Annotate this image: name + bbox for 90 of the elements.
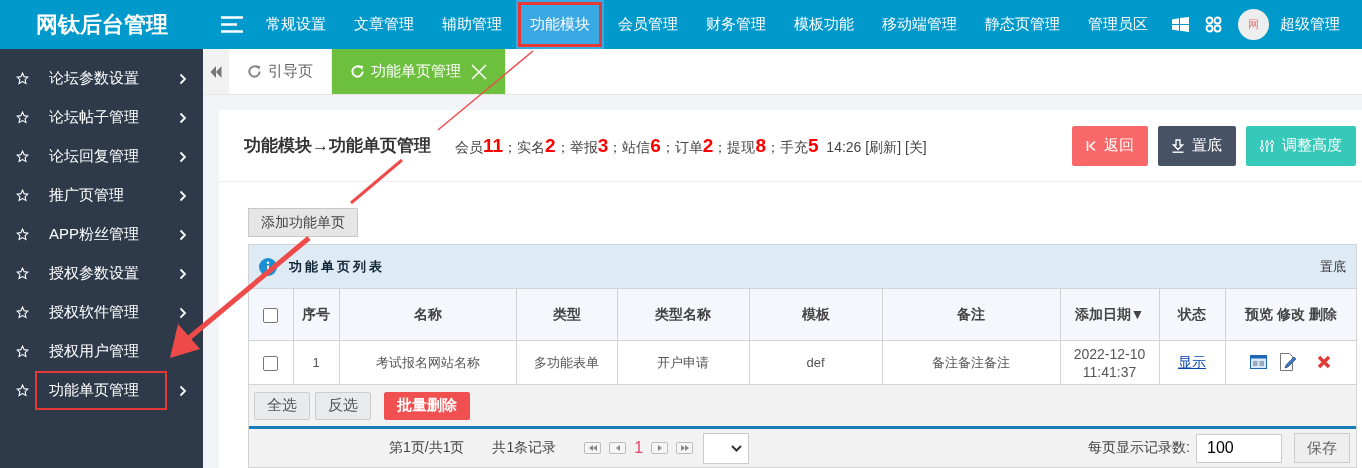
sidebar-item[interactable]: 推广页管理 xyxy=(0,176,203,215)
star-icon xyxy=(16,267,29,280)
column-header: 序号 xyxy=(302,305,330,322)
star-icon xyxy=(16,228,29,241)
menu-icon[interactable] xyxy=(221,16,243,33)
select-button[interactable]: 反选 xyxy=(315,391,371,420)
refresh-icon xyxy=(247,64,262,79)
sidebar-item[interactable]: 授权软件管理 xyxy=(0,293,203,332)
nav-tab[interactable]: 财务管理 xyxy=(692,0,780,49)
first-page-button[interactable] xyxy=(584,442,602,454)
column-header: 状态 xyxy=(1178,305,1206,322)
per-page-field[interactable]: 100 xyxy=(1196,433,1282,463)
star-icon xyxy=(16,72,29,85)
sidebar-item[interactable]: 授权参数设置 xyxy=(0,254,203,293)
nav-tab[interactable]: 功能模块 xyxy=(516,0,604,49)
nav-tab[interactable]: 静态页管理 xyxy=(971,0,1074,49)
column-header: 模板 xyxy=(801,305,830,322)
per-page-label: 每页显示记录数: xyxy=(1088,439,1190,457)
table-cell: def xyxy=(806,355,825,370)
page-title: 功能模块→功能单页管理 xyxy=(244,135,431,157)
last-arrow-icon xyxy=(680,445,689,451)
star-icon xyxy=(16,150,29,163)
back-button[interactable]: 返回 xyxy=(1072,125,1148,166)
nav-tab[interactable]: 常规设置 xyxy=(252,0,340,49)
stats-line: 会员11；实名2；举报3；站信6；订单2；提现8；手充5 14:26 [刷新] [关] xyxy=(455,134,927,157)
table-cell: 考试报名网站名称 xyxy=(375,354,480,370)
nav-tab[interactable]: 模板功能 xyxy=(780,0,868,49)
scroll-bottom-link[interactable]: 置底 xyxy=(1320,257,1346,276)
column-header: 备注 xyxy=(957,305,985,322)
download-icon xyxy=(1172,138,1184,153)
select-button[interactable]: 全选 xyxy=(254,391,310,420)
sidebar-item[interactable]: 论坛回复管理 xyxy=(0,137,203,176)
column-header: 添加日期▼ xyxy=(1074,305,1145,322)
table-cell: 开户申请 xyxy=(657,354,709,370)
column-header: 预览 修改 删除 xyxy=(1244,305,1337,322)
preview-icon[interactable] xyxy=(1250,355,1268,369)
select-all-checkbox[interactable] xyxy=(263,307,279,323)
close-icon[interactable] xyxy=(471,63,487,80)
page-info: 第1页/共1页 xyxy=(389,439,465,457)
sidebar-item[interactable]: 论坛帖子管理 xyxy=(0,98,203,137)
star-icon xyxy=(16,384,29,397)
last-page-button[interactable] xyxy=(676,442,694,454)
next-arrow-icon xyxy=(657,445,662,451)
prev-arrow-icon xyxy=(615,445,620,451)
next-page-button[interactable] xyxy=(651,442,669,454)
sidebar-item[interactable]: 授权用户管理 xyxy=(0,332,203,371)
current-page[interactable]: 1 xyxy=(634,439,644,457)
record-count: 共1条记录 xyxy=(492,439,557,457)
table-cell-text: 2022-12-10 11:41:37 xyxy=(1072,344,1147,381)
column-header: 类型 xyxy=(552,305,581,322)
star-icon xyxy=(16,189,29,202)
user-name[interactable]: 超级管理 xyxy=(1280,15,1340,34)
nav-tab[interactable]: 会员管理 xyxy=(604,0,692,49)
star-icon xyxy=(16,111,29,124)
edit-icon[interactable] xyxy=(1279,353,1298,371)
sidebar-item[interactable]: 功能单页管理 xyxy=(0,371,203,410)
back-icon xyxy=(1086,139,1096,152)
grid-icon[interactable] xyxy=(1205,16,1222,33)
double-left-arrow-icon xyxy=(210,64,222,79)
sidebar-item[interactable]: APP粉丝管理 xyxy=(0,215,203,254)
caret-icon xyxy=(731,444,743,452)
nav-tab[interactable]: 管理员区 xyxy=(1074,0,1162,49)
bottom-button[interactable]: 置底 xyxy=(1158,125,1236,166)
table-cell: 1 xyxy=(312,355,320,370)
nav-tab[interactable]: 辅助管理 xyxy=(428,0,516,49)
windows-icon[interactable] xyxy=(1172,17,1189,32)
table-cell: 多功能表单 xyxy=(534,354,599,370)
app-title: 网钛后台管理 xyxy=(34,10,169,39)
sidebar-item[interactable]: 论坛参数设置 xyxy=(0,59,203,98)
star-icon xyxy=(16,345,29,358)
column-header: 类型名称 xyxy=(655,305,711,322)
sliders-icon xyxy=(1260,138,1274,153)
nav-tab[interactable]: 文章管理 xyxy=(340,0,428,49)
first-arrow-icon xyxy=(588,445,597,451)
status-link[interactable]: 显示 xyxy=(1178,353,1206,370)
save-button[interactable]: 保存 xyxy=(1294,433,1350,463)
refresh-icon xyxy=(350,64,365,79)
delete-icon[interactable] xyxy=(1317,355,1332,369)
collapse-button[interactable] xyxy=(203,49,229,94)
add-button[interactable]: 添加功能单页 xyxy=(248,208,358,237)
info-icon xyxy=(259,257,277,276)
table-title: 功能单页列表 xyxy=(289,257,385,276)
user-avatar[interactable]: 网 xyxy=(1238,9,1269,40)
prev-page-button[interactable] xyxy=(609,442,627,454)
bulk-delete-button[interactable]: 批量删除 xyxy=(384,391,470,420)
nav-tab[interactable]: 移动端管理 xyxy=(868,0,971,49)
column-header: 名称 xyxy=(413,305,442,322)
row-checkbox[interactable] xyxy=(263,355,279,371)
table-cell: 备注备注备注 xyxy=(932,354,1010,370)
star-icon xyxy=(16,306,29,319)
